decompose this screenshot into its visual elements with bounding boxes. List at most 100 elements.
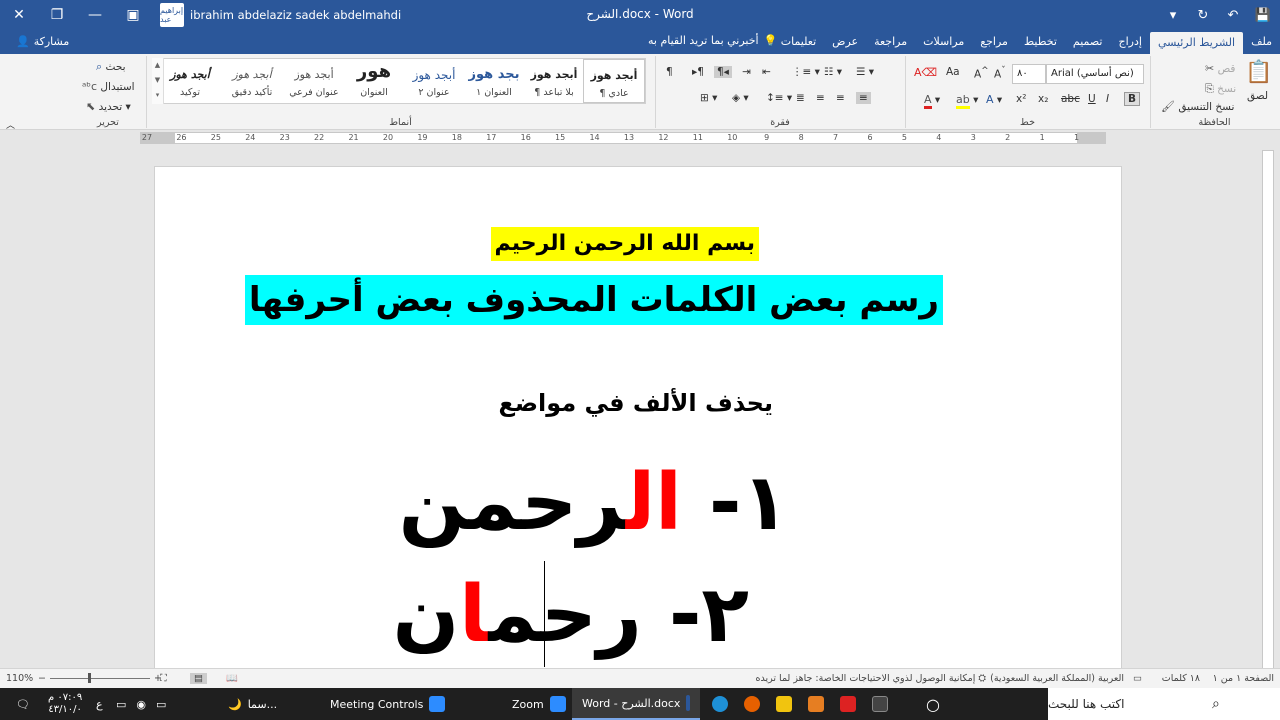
print-layout-icon[interactable]: ▤	[190, 673, 207, 684]
text-effects-icon[interactable]: A ▾	[986, 93, 1002, 106]
accessibility-status[interactable]: إمكانية الوصول لذوي الاحتياجات الخاصة: ج…	[756, 673, 986, 684]
decrease-indent-icon[interactable]: ⇤	[762, 66, 771, 78]
taskbar-word[interactable]: Word - الشرح.docx	[572, 688, 700, 720]
edge-icon[interactable]	[712, 696, 728, 712]
tell-me-box[interactable]: أخبرني بما تريد القيام به 💡	[648, 34, 777, 47]
account-area[interactable]: إبراهيم عبد ibrahim abdelaziz sadek abde…	[160, 3, 401, 27]
center-icon[interactable]: ≡	[836, 92, 845, 104]
tab-insert[interactable]: إدراج	[1111, 30, 1150, 54]
redo-icon[interactable]: ↻	[1192, 8, 1214, 23]
clock[interactable]: ٠٧:٠٩ م ٤٣/١٠/٠	[48, 688, 82, 720]
paste-icon[interactable]: 📋	[1245, 60, 1272, 85]
app-icon[interactable]	[808, 696, 824, 712]
style-subtle-emphasis[interactable]: أبجد هوز تأكيد دقيق	[221, 59, 283, 103]
proofing-icon[interactable]: ▭	[1133, 673, 1142, 684]
bold-button[interactable]: B	[1124, 92, 1141, 106]
shading-icon[interactable]: ◈ ▾	[732, 92, 749, 104]
font-color-icon[interactable]: A ▾	[924, 93, 940, 109]
firefox-icon[interactable]	[744, 696, 760, 712]
tab-layout[interactable]: تخطيط	[1016, 30, 1065, 54]
superscript-button[interactable]: x²	[1016, 93, 1026, 105]
close-icon[interactable]: ✕	[0, 0, 38, 30]
pdf-icon[interactable]	[840, 696, 856, 712]
tab-help[interactable]: تعليمات	[773, 30, 824, 54]
format-painter-button[interactable]: 🖌 نسخ التنسيق	[1161, 100, 1234, 113]
styles-scroll[interactable]: ▲ ▼ ▾	[152, 58, 164, 104]
find-button[interactable]: ⌕ بحث	[96, 60, 126, 74]
tab-mailings[interactable]: مراسلات	[915, 30, 972, 54]
network-icon[interactable]: ▭	[116, 698, 126, 711]
restore-icon[interactable]: ❐	[38, 0, 76, 30]
change-case-button[interactable]: Aa	[946, 66, 960, 78]
rtl-direction-icon[interactable]: ¶◂	[714, 66, 732, 78]
file-explorer-icon[interactable]	[776, 696, 792, 712]
style-emphasis[interactable]: أبجد هوز توكيد	[159, 59, 221, 103]
weather-widget[interactable]: 🌙 سما...	[228, 688, 277, 720]
zoom-level[interactable]: 110%	[6, 673, 33, 684]
horizontal-ruler[interactable]: 27 26 25 24 23 22 21 20 19 18 17 16 15 14 13 12 11 10 9 8 7 6…	[140, 132, 1106, 144]
taskbar-zoom[interactable]: Zoom	[502, 688, 576, 720]
tab-view[interactable]: عرض	[824, 30, 866, 54]
style-heading-1[interactable]: بجد هوز العنوان ١	[463, 59, 525, 103]
align-right-icon[interactable]: ≡	[856, 92, 871, 104]
style-heading-2[interactable]: أبجد هوز عنوان ٢	[403, 59, 465, 103]
highlight-color-icon[interactable]: ab ▾	[956, 93, 978, 109]
tab-file[interactable]: ملف	[1243, 30, 1280, 54]
show-marks-icon[interactable]: ¶	[666, 66, 673, 78]
paste-button[interactable]: لصق	[1247, 90, 1268, 102]
record-icon[interactable]: ◉	[136, 698, 146, 711]
tab-design[interactable]: تصميم	[1065, 30, 1111, 54]
read-mode-icon[interactable]: 📖	[226, 673, 238, 684]
justify-icon[interactable]: ≣	[796, 92, 805, 104]
zoom-slider[interactable]	[50, 678, 150, 679]
tab-review[interactable]: مراجعة	[866, 30, 915, 54]
tab-references[interactable]: مراجع	[972, 30, 1016, 54]
style-normal[interactable]: أبجد هوز ¶ عادي	[583, 59, 645, 103]
input-language[interactable]: ع	[96, 688, 103, 720]
zoom-slider-thumb[interactable]	[88, 673, 91, 683]
font-size-box[interactable]: ٨٠	[1012, 64, 1046, 84]
increase-indent-icon[interactable]: ⇥	[742, 66, 751, 78]
focus-mode-icon[interactable]: ⛶	[160, 673, 167, 684]
language-status[interactable]: العربية (المملكة العربية السعودية)	[990, 673, 1124, 684]
document-page[interactable]: بسم الله الرحمن الرحيم رسم بعض الكلمات ا…	[154, 166, 1122, 668]
windows-start-icon[interactable]: ⊞	[1244, 688, 1257, 720]
bullets-icon[interactable]: ☰ ▾	[856, 66, 874, 78]
select-button[interactable]: ⬉ تحديد ▾	[86, 100, 131, 113]
numbering-icon[interactable]: ☷ ▾	[824, 66, 842, 78]
grow-font-button[interactable]: A^	[974, 66, 989, 81]
replace-button[interactable]: ᵃᵇc استبدال	[82, 80, 135, 93]
font-name-box[interactable]: Arial (نص أساسي)	[1046, 64, 1144, 84]
tab-home[interactable]: الشريط الرئيسي	[1149, 32, 1244, 54]
line-spacing-icon[interactable]: ↕≡ ▾	[766, 92, 792, 104]
italic-button[interactable]: I	[1106, 93, 1109, 105]
undo-icon[interactable]: ↶	[1222, 8, 1244, 23]
vertical-ruler[interactable]	[1262, 150, 1274, 668]
style-title[interactable]: هور العنوان	[343, 59, 405, 103]
share-button[interactable]: 👤 مشاركة	[16, 35, 69, 48]
ltr-direction-icon[interactable]: ▸¶	[692, 66, 704, 78]
zoom-out-icon[interactable]: −	[38, 673, 46, 684]
ribbon-display-options-icon[interactable]: ▣	[114, 0, 152, 30]
store-icon[interactable]	[872, 696, 888, 712]
clear-formatting-icon[interactable]: A⌫	[914, 66, 937, 79]
save-icon[interactable]: 💾	[1252, 8, 1274, 23]
zoom-tray-icon[interactable]: ▭	[156, 698, 166, 711]
customize-qat-icon[interactable]: ▾	[1162, 8, 1184, 23]
style-no-spacing[interactable]: أبجد هوز ¶ بلا تباعد	[523, 59, 585, 103]
underline-button[interactable]: U	[1088, 93, 1096, 105]
page-count[interactable]: الصفحة ١ من ١	[1213, 673, 1274, 684]
word-count[interactable]: ١٨ كلمات	[1162, 673, 1200, 684]
strikethrough-button[interactable]: abc	[1061, 93, 1080, 105]
borders-icon[interactable]: ⊞ ▾	[700, 92, 717, 104]
subscript-button[interactable]: x₂	[1038, 93, 1048, 105]
taskbar-meeting-controls[interactable]: Meeting Controls	[320, 688, 455, 720]
multilevel-list-icon[interactable]: ⋮≡ ▾	[792, 66, 820, 78]
style-subtitle[interactable]: أبجد هوز عنوان فرعي	[283, 59, 345, 103]
align-left-icon[interactable]: ≡	[816, 92, 825, 104]
copy-button[interactable]: ⎘ نسخ	[1205, 82, 1236, 96]
shrink-font-button[interactable]: Aˇ	[994, 66, 1006, 81]
minimize-icon[interactable]: —	[76, 0, 114, 30]
task-view-icon[interactable]: ○	[926, 688, 940, 720]
cut-button[interactable]: ✂ قص	[1205, 62, 1235, 75]
